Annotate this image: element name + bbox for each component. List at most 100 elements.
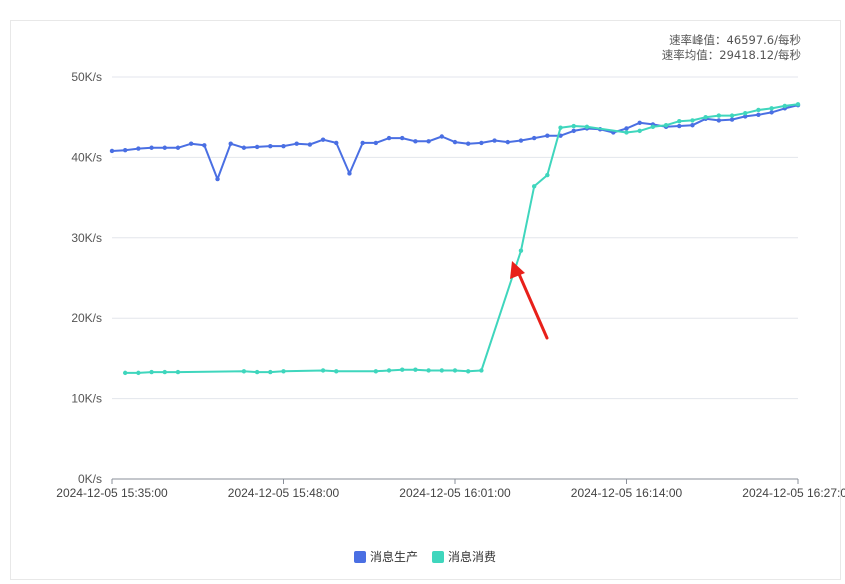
data-point-production xyxy=(347,171,352,176)
data-point-production xyxy=(268,143,273,149)
data-point-production xyxy=(413,139,418,144)
data-point-production xyxy=(769,110,774,115)
data-point-production xyxy=(254,144,260,150)
data-point-production xyxy=(492,138,497,143)
data-point-production xyxy=(360,140,365,146)
data-point-production xyxy=(228,141,233,146)
data-point-production xyxy=(294,141,299,146)
chart-legend: 消息生产 消息消费 xyxy=(354,548,496,565)
y-tick-label: 10K/s xyxy=(71,392,102,406)
legend-label-production: 消息生产 xyxy=(370,550,419,564)
data-point-production xyxy=(400,135,405,141)
data-point-consumption xyxy=(162,369,167,375)
data-point-production xyxy=(373,140,379,146)
data-point-production xyxy=(637,120,642,126)
legend-swatch-production xyxy=(354,550,366,563)
data-point-consumption xyxy=(518,248,524,253)
y-tick-label: 40K/s xyxy=(71,150,102,164)
legend-swatch-consumption xyxy=(432,550,445,563)
x-tick-label: 2024-12-05 16:14:00 xyxy=(571,486,683,500)
data-point-production xyxy=(109,148,115,154)
data-point-production xyxy=(518,138,524,143)
data-point-production xyxy=(545,133,550,138)
data-point-consumption xyxy=(452,368,458,373)
y-tick-label: 50K/s xyxy=(71,70,102,84)
x-tick-label: 2024-12-05 16:27:00 xyxy=(742,486,845,500)
data-point-consumption xyxy=(782,103,788,109)
data-point-production xyxy=(756,112,761,117)
data-point-production xyxy=(426,139,431,144)
data-point-consumption xyxy=(175,369,181,375)
legend-item-consumption[interactable]: 消息消费 xyxy=(432,548,496,565)
data-point-consumption xyxy=(439,368,445,373)
data-point-production xyxy=(465,141,471,146)
data-point-consumption xyxy=(743,110,748,116)
data-point-consumption xyxy=(413,367,418,372)
data-point-production xyxy=(149,145,154,150)
data-point-consumption xyxy=(584,124,590,130)
data-point-consumption xyxy=(663,123,669,128)
data-point-production xyxy=(452,139,458,145)
data-point-consumption xyxy=(677,119,682,124)
y-tick-label: 30K/s xyxy=(71,231,102,245)
annotation-group xyxy=(510,261,549,340)
data-point-consumption xyxy=(479,368,484,373)
data-point-consumption xyxy=(320,368,326,373)
x-tick-label: 2024-12-05 15:48:00 xyxy=(228,486,340,500)
data-point-production xyxy=(479,140,484,146)
data-point-consumption xyxy=(690,118,695,123)
x-tick-label: 2024-12-05 16:01:00 xyxy=(399,486,511,500)
data-point-production xyxy=(188,141,194,146)
data-point-production xyxy=(241,145,247,150)
data-point-production xyxy=(677,123,682,129)
data-point-consumption xyxy=(769,106,774,111)
data-point-production xyxy=(716,118,722,123)
data-point-production xyxy=(386,135,392,141)
data-point-consumption xyxy=(465,369,471,374)
y-tick-label: 0K/s xyxy=(78,472,102,486)
data-point-production xyxy=(624,126,629,131)
data-point-consumption xyxy=(373,369,379,374)
data-point-consumption xyxy=(334,369,339,374)
data-point-production xyxy=(215,176,220,182)
data-point-production xyxy=(729,117,735,122)
grid-lines xyxy=(112,76,798,400)
data-point-consumption xyxy=(241,369,247,374)
data-point-consumption xyxy=(136,370,141,376)
line-chart: 0K/s 10K/s 20K/s 30K/s 40K/s 50K/s 2024-12-05… xyxy=(56,70,845,500)
data-point-consumption xyxy=(149,369,154,375)
data-point-production xyxy=(175,145,181,150)
data-point-consumption xyxy=(545,172,550,178)
y-axis-ticks: 0K/s 10K/s 20K/s 30K/s 40K/s 50K/s xyxy=(71,70,102,486)
data-point-consumption xyxy=(756,107,761,113)
data-point-consumption xyxy=(268,369,273,375)
data-point-production xyxy=(122,147,128,153)
data-point-production xyxy=(162,145,167,150)
data-point-consumption xyxy=(650,124,656,130)
data-point-consumption xyxy=(400,367,405,372)
data-point-consumption xyxy=(531,184,537,189)
data-point-consumption xyxy=(281,369,286,374)
series-group xyxy=(109,102,801,376)
annotation-arrow-shaft xyxy=(517,272,549,340)
data-point-production xyxy=(571,128,576,134)
data-point-production xyxy=(531,135,537,141)
data-point-production xyxy=(320,137,326,142)
x-tick-label: 2024-12-05 15:35:00 xyxy=(56,486,168,500)
data-point-production xyxy=(505,139,510,145)
x-axis: 2024-12-05 15:35:00 2024-12-05 15:48:00 20… xyxy=(56,478,845,500)
data-point-production xyxy=(690,123,695,128)
series-line-consumption xyxy=(125,103,799,374)
data-point-production xyxy=(439,134,445,139)
legend-item-production[interactable]: 消息生产 xyxy=(354,548,418,565)
data-point-consumption xyxy=(426,368,431,373)
data-point-consumption xyxy=(254,369,260,375)
data-point-consumption xyxy=(624,130,629,135)
data-point-consumption xyxy=(795,102,801,107)
data-point-consumption xyxy=(558,125,563,130)
y-tick-label: 20K/s xyxy=(71,311,102,325)
data-point-consumption xyxy=(571,123,576,129)
data-point-consumption xyxy=(716,113,722,118)
data-point-consumption xyxy=(122,370,128,376)
data-point-production xyxy=(281,143,286,149)
